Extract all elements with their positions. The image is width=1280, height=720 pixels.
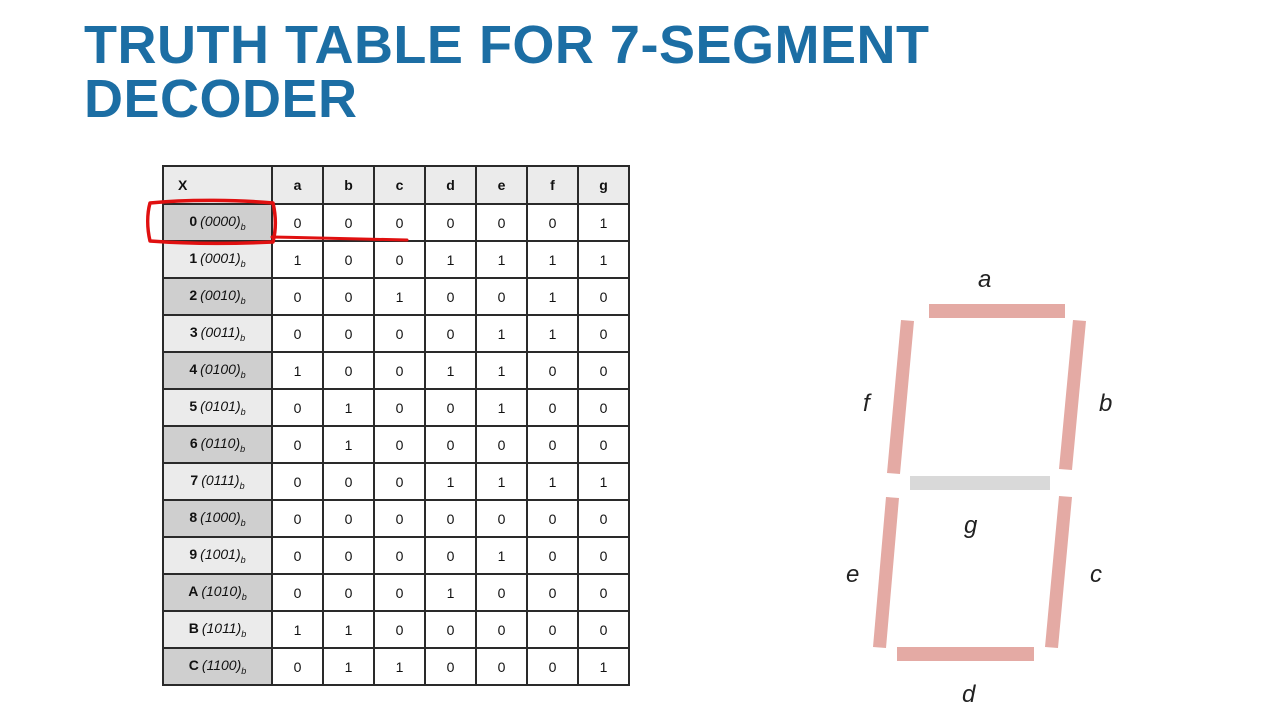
segment-label-a: a xyxy=(978,266,992,293)
segment-label-f: f xyxy=(863,390,870,417)
segment-a xyxy=(929,304,1065,318)
segment-label-d: d xyxy=(962,681,976,708)
segment-label-e: e xyxy=(846,561,860,588)
segment-label-g: g xyxy=(964,512,978,539)
segment-c xyxy=(1045,496,1072,648)
segment-d xyxy=(897,647,1034,661)
segment-g xyxy=(910,476,1050,490)
segment-label-b: b xyxy=(1099,390,1113,417)
slide: TRUTH TABLE FOR 7-SEGMENT DECODER X a b … xyxy=(0,0,1280,720)
segment-b xyxy=(1059,320,1086,470)
seven-segment-display xyxy=(873,304,1086,661)
segment-f xyxy=(887,320,914,474)
segment-e xyxy=(873,497,899,648)
segment-label-c: c xyxy=(1090,561,1102,588)
